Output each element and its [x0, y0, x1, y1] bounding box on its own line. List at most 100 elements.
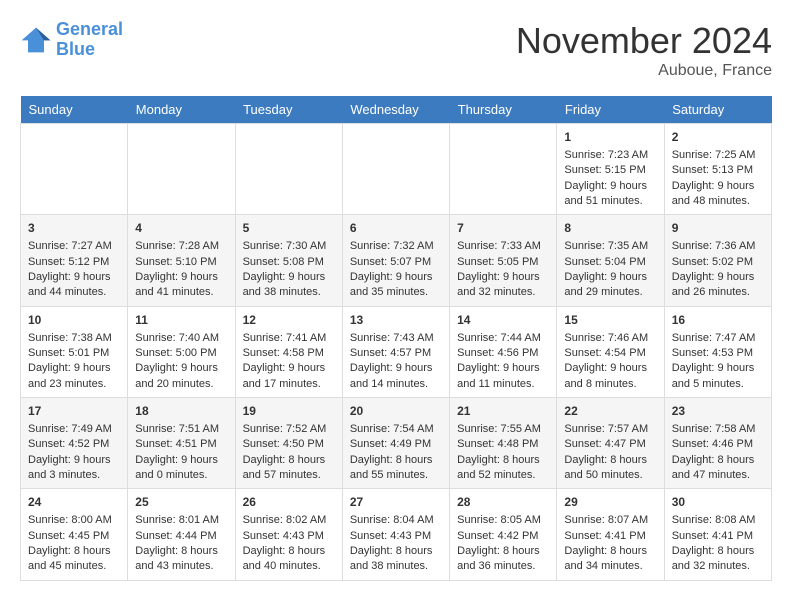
day-number: 16 — [672, 312, 764, 329]
day-info: Sunset: 4:43 PM — [243, 529, 335, 544]
calendar-cell: 30Sunrise: 8:08 AMSunset: 4:41 PMDayligh… — [664, 489, 771, 580]
day-number: 27 — [350, 494, 442, 511]
day-info: Sunrise: 7:46 AM — [564, 331, 656, 346]
day-info: Daylight: 9 hours and 5 minutes. — [672, 361, 764, 392]
day-info: Sunset: 4:46 PM — [672, 437, 764, 452]
calendar-cell: 11Sunrise: 7:40 AMSunset: 5:00 PMDayligh… — [128, 306, 235, 397]
calendar-cell: 16Sunrise: 7:47 AMSunset: 4:53 PMDayligh… — [664, 306, 771, 397]
day-number: 25 — [135, 494, 227, 511]
day-info: Sunrise: 7:41 AM — [243, 331, 335, 346]
day-info: Sunrise: 7:55 AM — [457, 422, 549, 437]
day-number: 9 — [672, 220, 764, 237]
day-info: Sunset: 5:12 PM — [28, 255, 120, 270]
week-row-4: 17 Sunrise: 7:49 AMSunset: 4:52 PM Dayligh… — [21, 398, 772, 489]
calendar-cell: 19Sunrise: 7:52 AMSunset: 4:50 PMDayligh… — [235, 398, 342, 489]
day-header-thursday: Thursday — [450, 96, 557, 124]
day-info: Daylight: 8 hours and 55 minutes. — [350, 453, 442, 484]
day-header-sunday: Sunday — [21, 96, 128, 124]
day-number: 23 — [672, 403, 764, 420]
day-info: Sunrise: 8:02 AM — [243, 513, 335, 528]
day-info: Sunset: 4:49 PM — [350, 437, 442, 452]
day-info: Sunrise: 7:27 AM — [28, 239, 120, 254]
day-info: Sunrise: 7:40 AM — [135, 331, 227, 346]
day-info: Daylight: 8 hours and 32 minutes. — [672, 544, 764, 575]
day-info: Daylight: 9 hours and 51 minutes. — [564, 179, 656, 210]
calendar-cell — [235, 124, 342, 215]
day-info: Sunrise: 8:00 AM — [28, 513, 120, 528]
day-number: 5 — [243, 220, 335, 237]
day-info: Sunrise: 7:33 AM — [457, 239, 549, 254]
day-number: 26 — [243, 494, 335, 511]
day-info: Daylight: 9 hours and 38 minutes. — [243, 270, 335, 301]
calendar-cell: 22Sunrise: 7:57 AMSunset: 4:47 PMDayligh… — [557, 398, 664, 489]
calendar-cell: 1 Sunrise: 7:23 AMSunset: 5:15 PMDaylight… — [557, 124, 664, 215]
day-info: Sunrise: 7:25 AM — [672, 148, 764, 163]
day-info: Daylight: 8 hours and 47 minutes. — [672, 453, 764, 484]
day-info: Sunrise: 7:43 AM — [350, 331, 442, 346]
day-header-tuesday: Tuesday — [235, 96, 342, 124]
day-number: 12 — [243, 312, 335, 329]
day-number: 29 — [564, 494, 656, 511]
calendar-cell: 27Sunrise: 8:04 AMSunset: 4:43 PMDayligh… — [342, 489, 449, 580]
day-info: Sunset: 4:56 PM — [457, 346, 549, 361]
day-header-monday: Monday — [128, 96, 235, 124]
logo-line1: General — [56, 19, 123, 39]
day-info: Sunrise: 7:57 AM — [564, 422, 656, 437]
location: Auboue, France — [516, 62, 772, 80]
calendar-cell: 28Sunrise: 8:05 AMSunset: 4:42 PMDayligh… — [450, 489, 557, 580]
day-number: 7 — [457, 220, 549, 237]
day-number: 6 — [350, 220, 442, 237]
day-info: Sunset: 4:58 PM — [243, 346, 335, 361]
day-info: Sunrise: 7:54 AM — [350, 422, 442, 437]
day-number: 17 — [28, 403, 120, 420]
month-title: November 2024 — [516, 20, 772, 62]
day-info: Sunset: 4:44 PM — [135, 529, 227, 544]
day-info: Sunset: 4:52 PM — [28, 437, 120, 452]
day-info: Sunrise: 8:01 AM — [135, 513, 227, 528]
day-info: Sunrise: 7:28 AM — [135, 239, 227, 254]
logo-text: General Blue — [56, 20, 123, 60]
day-info: Daylight: 9 hours and 41 minutes. — [135, 270, 227, 301]
day-number: 22 — [564, 403, 656, 420]
day-info: Daylight: 9 hours and 48 minutes. — [672, 179, 764, 210]
day-info: Sunset: 4:51 PM — [135, 437, 227, 452]
calendar-cell: 14Sunrise: 7:44 AMSunset: 4:56 PMDayligh… — [450, 306, 557, 397]
day-info: Daylight: 9 hours and 35 minutes. — [350, 270, 442, 301]
day-info: Sunrise: 7:38 AM — [28, 331, 120, 346]
day-info: Sunset: 5:01 PM — [28, 346, 120, 361]
calendar-cell: 18Sunrise: 7:51 AMSunset: 4:51 PMDayligh… — [128, 398, 235, 489]
day-info: Sunrise: 7:47 AM — [672, 331, 764, 346]
day-number: 21 — [457, 403, 549, 420]
page-header: General Blue November 2024 Auboue, Franc… — [20, 20, 772, 80]
calendar-cell: 3Sunrise: 7:27 AMSunset: 5:12 PMDaylight… — [21, 215, 128, 306]
calendar-cell: 8Sunrise: 7:35 AMSunset: 5:04 PMDaylight… — [557, 215, 664, 306]
calendar-cell: 17Sunrise: 7:49 AMSunset: 4:52 PMDayligh… — [21, 398, 128, 489]
day-info: Daylight: 8 hours and 38 minutes. — [350, 544, 442, 575]
day-number: 3 — [28, 220, 120, 237]
day-info: Sunrise: 8:04 AM — [350, 513, 442, 528]
logo: General Blue — [20, 20, 123, 60]
day-info: Sunset: 5:10 PM — [135, 255, 227, 270]
calendar-cell: 26 Sunrise: 8:02 AMSunset: 4:43 PMDayligh… — [235, 489, 342, 580]
day-info: Sunset: 5:08 PM — [243, 255, 335, 270]
week-row-1: 1Sunrise: 7:23 AMSunset: 5:15 PMDaylight… — [21, 124, 772, 215]
day-info: Daylight: 9 hours and 29 minutes. — [564, 270, 656, 301]
day-info: Daylight: 9 hours and 26 minutes. — [672, 270, 764, 301]
day-info: Sunset: 5:13 PM — [672, 163, 764, 178]
day-number: 2 — [672, 129, 764, 146]
day-number: 20 — [350, 403, 442, 420]
day-number: 8 — [564, 220, 656, 237]
calendar-cell: 24Sunrise: 8:00 AMSunset: 4:45 PMDayligh… — [21, 489, 128, 580]
calendar-cell: 15Sunrise: 7:46 AMSunset: 4:54 PMDayligh… — [557, 306, 664, 397]
day-info: Sunrise: 7:49 AM — [28, 422, 120, 437]
day-info: Sunrise: 7:51 AM — [135, 422, 227, 437]
header-row: SundayMondayTuesdayWednesdayThursdayFrid… — [21, 96, 772, 124]
day-info: Sunrise: 7:23 AM — [564, 148, 656, 163]
calendar-cell — [342, 124, 449, 215]
day-info: Daylight: 9 hours and 14 minutes. — [350, 361, 442, 392]
day-info: Sunrise: 7:30 AM — [243, 239, 335, 254]
day-header-wednesday: Wednesday — [342, 96, 449, 124]
day-number: 1 — [564, 129, 656, 146]
day-info: Sunset: 5:15 PM — [564, 163, 656, 178]
day-info: Daylight: 8 hours and 40 minutes. — [243, 544, 335, 575]
